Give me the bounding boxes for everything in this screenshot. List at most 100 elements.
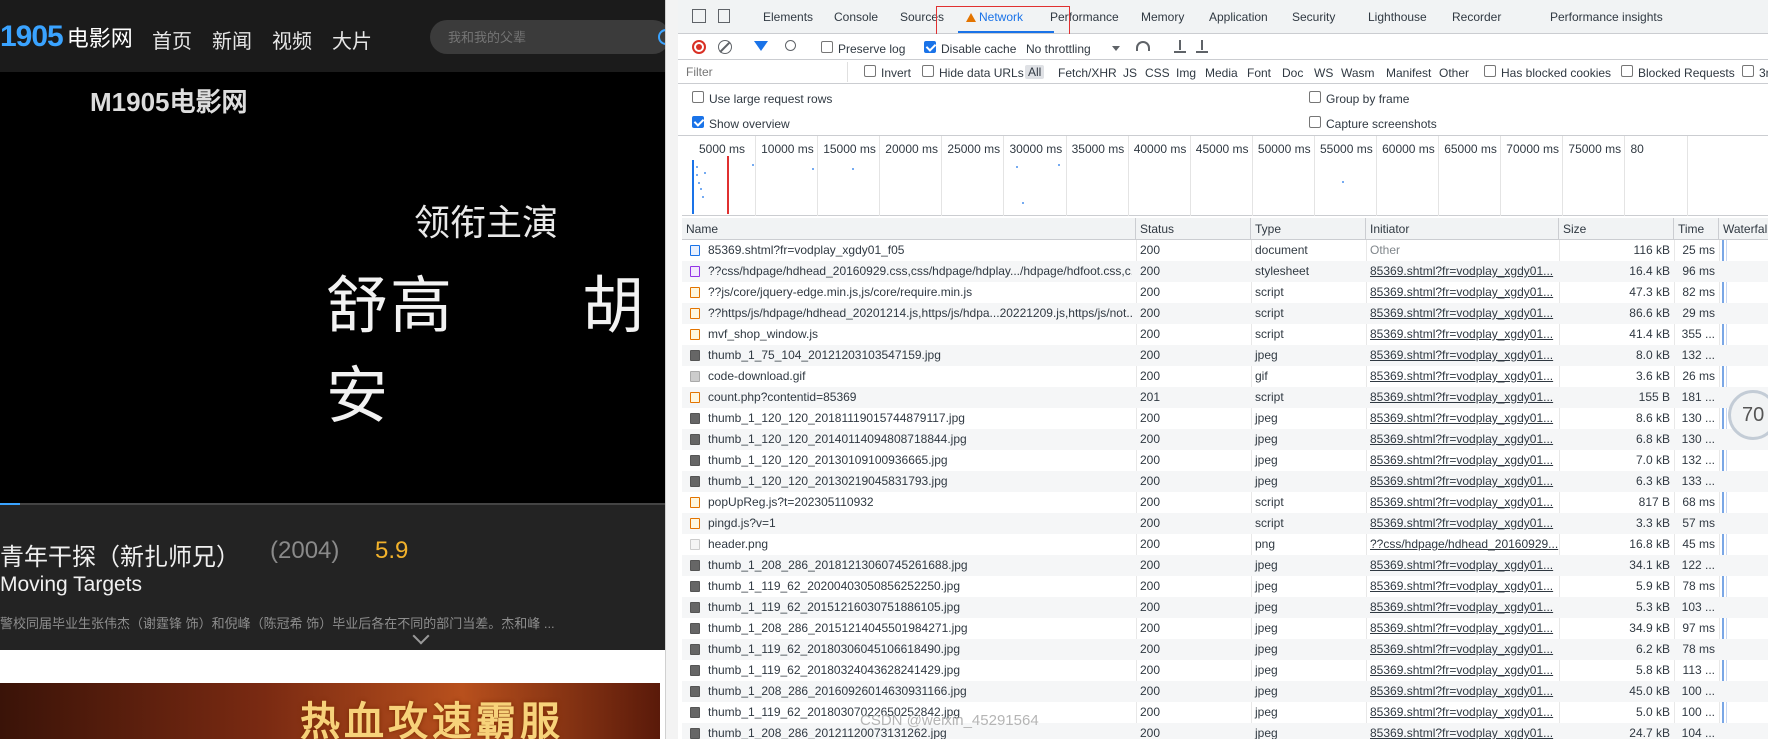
has-blocked-cookies-checkbox[interactable] (1484, 65, 1496, 77)
network-overview-timeline[interactable]: 5000 ms 10000 ms 15000 ms 20000 ms 25000 ms 3… (682, 136, 1768, 216)
column-header-waterfall[interactable]: Waterfall (1719, 218, 1768, 240)
table-row[interactable]: ??js/core/jquery-edge.min.js,js/core/req… (682, 282, 1768, 303)
chevron-down-icon[interactable] (1112, 46, 1120, 51)
disable-cache-checkbox[interactable] (924, 41, 936, 53)
column-header-size[interactable]: Size (1559, 218, 1674, 240)
network-conditions-icon[interactable] (1136, 41, 1150, 51)
ad-banner[interactable]: 热血攻速霸服 (0, 683, 660, 739)
nav-item-home[interactable]: 首页 (152, 25, 192, 54)
table-row[interactable]: thumb_1_75_104_20121203103547159.jpg 200 j… (682, 345, 1768, 366)
invert-checkbox[interactable] (864, 65, 876, 77)
cell-initiator[interactable]: 85369.shtml?fr=vodplay_xgdy01... (1366, 408, 1559, 429)
cell-initiator[interactable]: 85369.shtml?fr=vodplay_xgdy01... (1366, 660, 1559, 681)
cell-initiator[interactable]: 85369.shtml?fr=vodplay_xgdy01... (1366, 387, 1559, 408)
cell-initiator[interactable]: 85369.shtml?fr=vodplay_xgdy01... (1366, 303, 1559, 324)
tab-recorder[interactable]: Recorder (1452, 10, 1501, 24)
device-toolbar-icon[interactable] (718, 9, 730, 23)
hide-data-urls-checkbox[interactable] (922, 65, 934, 77)
table-row[interactable]: ??https/js/hdpage/hdhead_20201214.js,htt… (682, 303, 1768, 324)
table-row[interactable]: thumb_1_120_120_20130219045831793.jpg 200… (682, 471, 1768, 492)
cell-initiator[interactable]: 85369.shtml?fr=vodplay_xgdy01... (1366, 555, 1559, 576)
column-header-name[interactable]: Name (682, 218, 1136, 240)
cell-initiator[interactable]: 85369.shtml?fr=vodplay_xgdy01... (1366, 366, 1559, 387)
cell-initiator[interactable]: 85369.shtml?fr=vodplay_xgdy01... (1366, 513, 1559, 534)
cell-initiator[interactable]: 85369.shtml?fr=vodplay_xgdy01... (1366, 471, 1559, 492)
throttling-select[interactable]: No throttling (1026, 42, 1091, 56)
site-logo[interactable]: 1905 电影网 (0, 18, 133, 56)
nav-item-news[interactable]: 新闻 (212, 25, 252, 54)
type-filter-wasm[interactable]: Wasm (1341, 66, 1375, 80)
cell-initiator[interactable]: 85369.shtml?fr=vodplay_xgdy01... (1366, 702, 1559, 723)
table-row[interactable]: count.php?contentid=85369 201 script 85369.… (682, 387, 1768, 408)
type-filter-js[interactable]: JS (1123, 66, 1137, 80)
type-filter-css[interactable]: CSS (1145, 66, 1170, 80)
cell-initiator[interactable]: 85369.shtml?fr=vodplay_xgdy01... (1366, 681, 1559, 702)
preserve-log-checkbox[interactable] (821, 41, 833, 53)
nav-item-blockbuster[interactable]: 大片 (332, 25, 372, 54)
inspect-element-icon[interactable] (692, 9, 706, 23)
table-row[interactable]: ??css/hdpage/hdhead_20160929.css,css/hdp… (682, 261, 1768, 282)
import-har-icon[interactable] (1174, 40, 1186, 53)
table-row[interactable]: pingd.js?v=1 200 script 85369.shtml?fr=vodp… (682, 513, 1768, 534)
cell-initiator[interactable]: 85369.shtml?fr=vodplay_xgdy01... (1366, 261, 1559, 282)
table-row[interactable]: mvf_shop_window.js 200 script 85369.shtml?f… (682, 324, 1768, 345)
table-row[interactable]: thumb_1_120_120_20130109100936665.jpg 200… (682, 450, 1768, 471)
clear-icon[interactable] (718, 40, 732, 54)
column-header-time[interactable]: Time (1674, 218, 1719, 240)
group-by-frame-checkbox[interactable] (1309, 91, 1321, 103)
tab-security[interactable]: Security (1292, 10, 1335, 24)
table-row[interactable]: popUpReg.js?t=202305110932 200 script 85369… (682, 492, 1768, 513)
tab-lighthouse[interactable]: Lighthouse (1368, 10, 1427, 24)
tab-application[interactable]: Application (1209, 10, 1268, 24)
cell-initiator[interactable]: 85369.shtml?fr=vodplay_xgdy01... (1366, 324, 1559, 345)
pane-splitter[interactable] (665, 0, 678, 739)
tab-performance-insights[interactable]: Performance insights (1550, 10, 1663, 24)
cell-initiator[interactable]: 85369.shtml?fr=vodplay_xgdy01... (1366, 618, 1559, 639)
table-row[interactable]: thumb_1_208_286_20160926014630931166.jpg… (682, 681, 1768, 702)
site-search-input[interactable] (448, 27, 648, 47)
type-filter-media[interactable]: Media (1205, 66, 1238, 80)
type-filter-manifest[interactable]: Manifest (1386, 66, 1431, 80)
large-rows-checkbox[interactable] (692, 91, 704, 103)
cell-initiator[interactable]: 85369.shtml?fr=vodplay_xgdy01... (1366, 450, 1559, 471)
table-row[interactable]: thumb_1_119_62_20180307022650252842.jpg 2… (682, 702, 1768, 723)
tab-elements[interactable]: Elements (763, 10, 813, 24)
table-row[interactable]: header.png 200 png ??css/hdpage/hdhead_2016… (682, 534, 1768, 555)
cell-initiator[interactable]: 85369.shtml?fr=vodplay_xgdy01... (1366, 282, 1559, 303)
column-header-status[interactable]: Status (1136, 218, 1251, 240)
type-filter-all[interactable]: All (1025, 65, 1045, 79)
table-row[interactable]: thumb_1_208_286_20121120073131262.jpg 200… (682, 723, 1768, 739)
type-filter-img[interactable]: Img (1176, 66, 1196, 80)
third-party-checkbox[interactable] (1742, 65, 1754, 77)
cell-initiator[interactable]: ??css/hdpage/hdhead_20160929... (1366, 534, 1559, 555)
video-player[interactable]: M1905电影网 领衔主演 舒高 胡安 (0, 72, 665, 506)
search-icon[interactable] (785, 40, 796, 51)
tab-memory[interactable]: Memory (1141, 10, 1184, 24)
table-row[interactable]: thumb_1_119_62_20151216030751886105.jpg 2… (682, 597, 1768, 618)
show-overview-checkbox[interactable] (692, 116, 704, 128)
type-filter-doc[interactable]: Doc (1282, 66, 1303, 80)
cell-initiator[interactable]: 85369.shtml?fr=vodplay_xgdy01... (1366, 345, 1559, 366)
table-row[interactable]: thumb_1_208_286_20151214045501984271.jpg… (682, 618, 1768, 639)
cell-initiator[interactable]: 85369.shtml?fr=vodplay_xgdy01... (1366, 639, 1559, 660)
cell-initiator[interactable]: 85369.shtml?fr=vodplay_xgdy01... (1366, 429, 1559, 450)
table-row[interactable]: 85369.shtml?fr=vodplay_xgdy01_f05 200 docu… (682, 240, 1768, 261)
blocked-requests-checkbox[interactable] (1621, 65, 1633, 77)
tab-console[interactable]: Console (834, 10, 878, 24)
column-header-type[interactable]: Type (1251, 218, 1366, 240)
filter-input[interactable] (678, 62, 848, 82)
table-row[interactable]: code-download.gif 200 gif 85369.shtml?fr=vo… (682, 366, 1768, 387)
table-row[interactable]: thumb_1_119_62_20180324043628241429.jpg 2… (682, 660, 1768, 681)
cell-initiator[interactable]: 85369.shtml?fr=vodplay_xgdy01... (1366, 597, 1559, 618)
capture-screenshots-checkbox[interactable] (1309, 116, 1321, 128)
table-row[interactable]: thumb_1_119_62_20200403050856252250.jpg 2… (682, 576, 1768, 597)
cell-initiator[interactable]: 85369.shtml?fr=vodplay_xgdy01... (1366, 576, 1559, 597)
type-filter-other[interactable]: Other (1439, 66, 1469, 80)
cell-initiator[interactable]: 85369.shtml?fr=vodplay_xgdy01... (1366, 723, 1559, 739)
column-header-initiator[interactable]: Initiator (1366, 218, 1559, 240)
type-filter-fetch-xhr[interactable]: Fetch/XHR (1058, 66, 1117, 80)
table-row[interactable]: thumb_1_208_286_20181213060745261688.jpg… (682, 555, 1768, 576)
type-filter-ws[interactable]: WS (1314, 66, 1333, 80)
type-filter-font[interactable]: Font (1247, 66, 1271, 80)
table-row[interactable]: thumb_1_120_120_20181119015744879117.jpg… (682, 408, 1768, 429)
